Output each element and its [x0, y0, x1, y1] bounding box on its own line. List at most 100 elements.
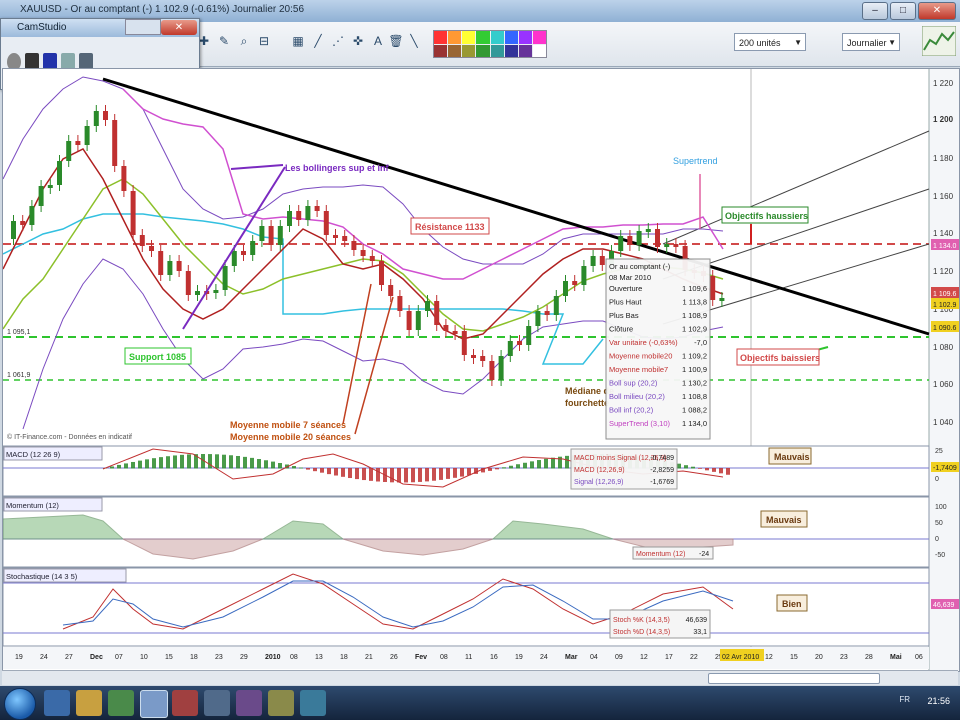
macd-bar [152, 458, 156, 469]
price-tick: 1 200 [933, 115, 954, 124]
macd-bar [299, 467, 303, 469]
macd-bar [243, 456, 247, 469]
close-button[interactable]: ✕ [918, 2, 956, 20]
macd-bar [460, 468, 464, 477]
candle-body [112, 120, 118, 166]
start-button[interactable] [4, 688, 36, 720]
macd-bar [390, 468, 394, 483]
camstudio-close-button[interactable]: ✕ [161, 20, 197, 35]
momentum-label: Momentum (12) [6, 501, 59, 510]
line-tool-icon[interactable]: ╲ [406, 33, 422, 49]
scrollbar-thumb[interactable] [708, 673, 880, 684]
price-tick: 1 080 [933, 343, 954, 352]
camstudio-menu[interactable] [125, 19, 161, 35]
macd-bar [250, 457, 254, 469]
momentum-panel[interactable] [2, 496, 930, 568]
macd-bar [397, 468, 401, 483]
language-indicator[interactable]: FR [899, 695, 910, 704]
candle-body [544, 311, 550, 315]
date-label: 06 [915, 654, 923, 661]
chart-svg[interactable]: 1 220 1 200 1 180 1 160 1 140 1 120 1 10… [2, 69, 959, 671]
objectifs-baissiers-annotation: Objectifs baissiers [740, 353, 820, 363]
text-tool-icon[interactable]: A [370, 33, 386, 49]
tooltip-title: Or au comptant (-) [609, 262, 671, 271]
macd-bar [187, 454, 191, 469]
date-label: Dec [90, 654, 103, 661]
ruler-icon[interactable]: ⊟ [256, 33, 272, 49]
timeframe-select[interactable]: Journalier ▼ [842, 33, 900, 51]
momentum-axis-tick: 0 [935, 536, 939, 543]
tooltip-row-label: Moyenne mobile20 [609, 352, 672, 361]
grid-icon[interactable]: ▦ [290, 33, 306, 49]
draw-line-icon[interactable]: ╱ [310, 33, 326, 49]
app-icon[interactable] [172, 690, 198, 716]
candle-body [66, 141, 72, 161]
tooltip-row-label: Boll sup (20,2) [609, 379, 658, 388]
tooltip-row-label: Boll inf (20,2) [609, 406, 654, 415]
media-icon[interactable] [108, 690, 134, 716]
support-annotation: Support 1085 [129, 352, 186, 362]
cross-icon[interactable]: ✜ [350, 33, 366, 49]
macd-bar [313, 468, 317, 472]
macd-bar [453, 468, 457, 478]
app-icon[interactable] [300, 690, 326, 716]
candle-body [379, 261, 384, 285]
candle-body [268, 226, 274, 245]
tooltip-row-value: 1 109,2 [682, 352, 707, 361]
app-icon[interactable] [268, 690, 294, 716]
date-label: 07 [115, 654, 123, 661]
period-select-value: 200 unités [739, 38, 781, 48]
momentum-axis-tick: 100 [935, 504, 947, 511]
candle-body [452, 331, 458, 334]
date-label: 26 [390, 654, 398, 661]
candle-body [434, 301, 440, 325]
candle-body [167, 261, 173, 275]
trash-icon[interactable]: 🗑 [388, 33, 404, 49]
candle-body [636, 231, 642, 245]
date-label: 02 Avr 2010 [722, 654, 759, 661]
candle-body [250, 241, 256, 255]
maximize-button[interactable]: □ [890, 2, 916, 20]
app-icon[interactable] [236, 690, 262, 716]
candle-body [480, 356, 486, 361]
date-label: 04 [590, 654, 598, 661]
candle-body [305, 206, 311, 220]
candle-body [130, 191, 136, 235]
fibonacci-icon[interactable]: ⋰ [330, 33, 346, 49]
tooltip-row-label: Boll milieu (20,2) [609, 392, 665, 401]
price-tag-mid2-text: 1 102.9 [933, 302, 956, 309]
chart-thumbnail-icon[interactable] [922, 26, 956, 56]
date-label: Fev [415, 654, 427, 661]
pencil-tool-icon[interactable]: ✎ [216, 33, 232, 49]
app-icon[interactable] [204, 690, 230, 716]
ie-icon[interactable] [44, 690, 70, 716]
chart-app-icon[interactable] [140, 690, 168, 718]
period-select[interactable]: 200 unités ▼ [734, 33, 806, 51]
candle-body [425, 301, 430, 311]
macd-bar [439, 468, 443, 480]
chart-area[interactable]: 1 220 1 200 1 180 1 160 1 140 1 120 1 10… [2, 68, 960, 672]
candle-body [673, 244, 679, 247]
explorer-icon[interactable] [76, 690, 102, 716]
candle-body [461, 331, 467, 355]
window-controls: – □ ✕ [862, 2, 956, 20]
date-label: 24 [40, 654, 48, 661]
candle-body [535, 311, 541, 326]
candle-body [185, 271, 191, 295]
macd-bar [117, 464, 121, 469]
macd-bar [712, 468, 716, 472]
fourchette-annotation: fourchette [565, 398, 609, 408]
candle-body [627, 236, 633, 245]
color-palette[interactable] [433, 30, 547, 58]
price-tag-upper-text: 1 134.0 [933, 243, 956, 250]
macd-bar [292, 466, 296, 469]
candle-body [489, 361, 495, 380]
macd-axis-tick: 0 [935, 476, 939, 483]
price-tick: 1 180 [933, 154, 954, 163]
candle-body [471, 355, 476, 358]
macd-bar [264, 460, 268, 469]
minimize-button[interactable]: – [862, 2, 888, 20]
horizontal-scrollbar[interactable] [2, 670, 958, 685]
zoom-icon[interactable]: ⌕ [236, 33, 252, 49]
level-label: 1 095,1 [7, 329, 30, 336]
